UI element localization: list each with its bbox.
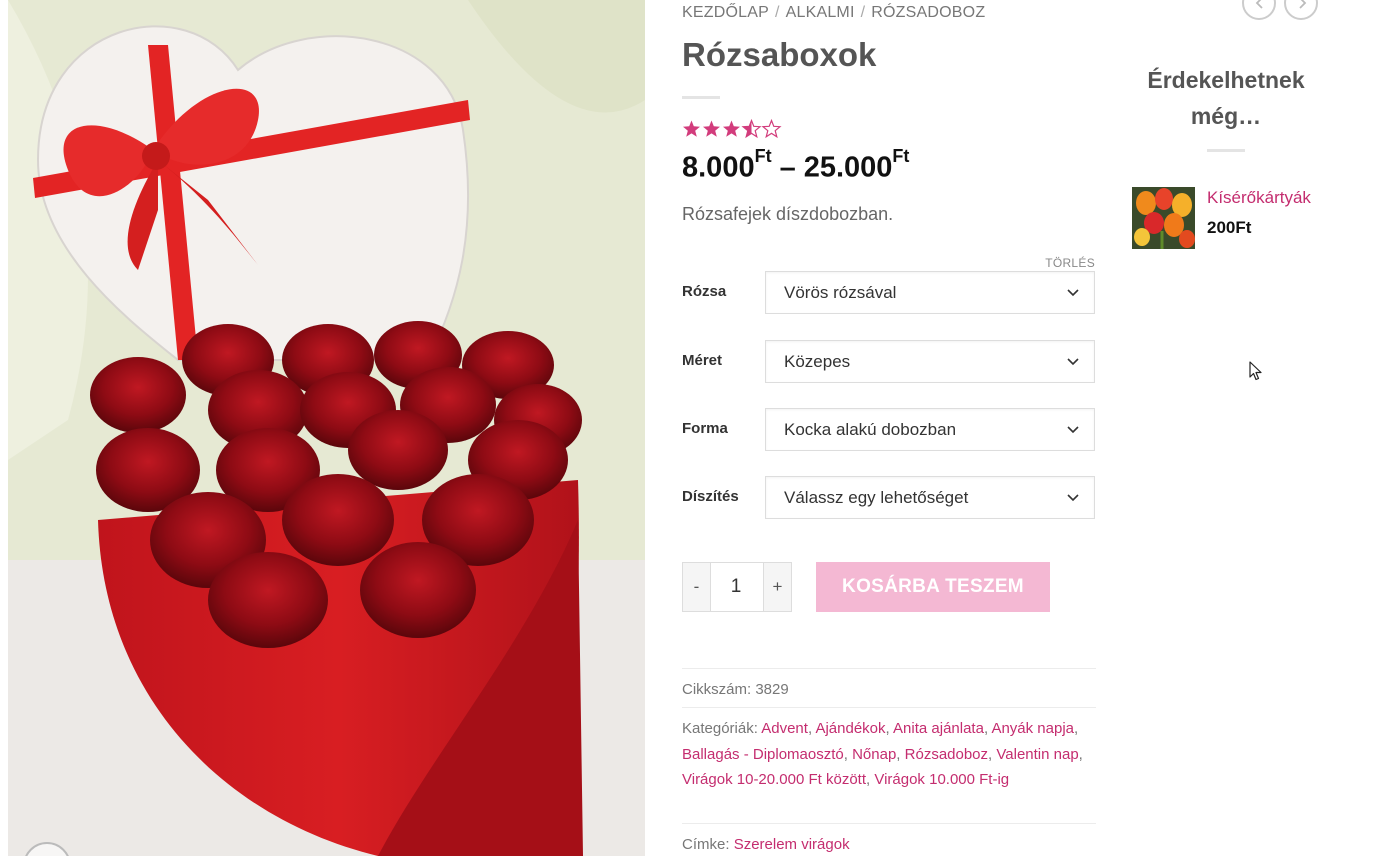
rating-stars-icon [683, 119, 781, 138]
related-product-price: 200Ft [1207, 218, 1252, 237]
sku-value: 3829 [755, 681, 789, 698]
product-image[interactable] [8, 0, 645, 856]
forma-select[interactable]: Kocka alakú dobozban [765, 408, 1095, 451]
categories-label: Kategóriák: [682, 720, 758, 737]
quantity-minus-button[interactable]: - [683, 563, 711, 611]
chevron-down-icon [1067, 358, 1079, 366]
page-title: Rózsaboxok [682, 36, 877, 73]
quantity-stepper: - 1 + [682, 562, 792, 612]
clear-variations-link[interactable]: TÖRLÉS [1045, 256, 1095, 270]
variation-label: Forma [682, 420, 728, 437]
mouse-cursor-icon [1249, 361, 1262, 381]
sidebar-divider [1207, 149, 1245, 152]
breadcrumb-home[interactable]: KEZDŐLAP [682, 4, 769, 21]
sidebar-title-line1: Érdekelhetnek [1147, 67, 1305, 93]
category-link[interactable]: Virágok 10-20.000 Ft között [682, 771, 866, 788]
category-link[interactable]: Advent [761, 720, 808, 737]
variation-row-rozsa: Rózsa Vörös rózsával [682, 271, 1096, 315]
meret-select[interactable]: Közepes [765, 340, 1095, 383]
breadcrumb: KEZDŐLAP / ALKALMI / RÓZSADOBOZ [682, 4, 985, 22]
price-max: 25.000 [803, 151, 893, 184]
related-product-name[interactable]: Kísérőkártyák [1207, 188, 1311, 208]
category-link[interactable]: Anita ajánlata [893, 720, 984, 737]
next-product-button[interactable] [1284, 0, 1318, 20]
prev-product-button[interactable] [1242, 0, 1276, 20]
breadcrumb-separator: / [860, 4, 866, 21]
chevron-right-icon [1299, 0, 1307, 9]
chevron-down-icon [1067, 289, 1079, 297]
quantity-plus-button[interactable]: + [763, 563, 791, 611]
tag-link[interactable]: Szerelem virágok [734, 836, 850, 853]
select-value: Kocka alakú dobozban [784, 420, 957, 439]
category-link[interactable]: Nőnap [852, 746, 896, 763]
sidebar-title: Érdekelhetnek még… [1130, 62, 1322, 134]
rozsa-select[interactable]: Vörös rózsával [765, 271, 1095, 314]
price-min: 8.000 [682, 151, 755, 184]
variation-label: Rózsa [682, 283, 727, 300]
star-rating[interactable] [682, 118, 782, 146]
sidebar-title-line2: még… [1190, 103, 1262, 129]
title-divider [682, 96, 720, 99]
select-value: Közepes [784, 352, 851, 371]
variation-label: Díszítés [682, 488, 739, 505]
variation-row-meret: Méret Közepes [682, 340, 1096, 384]
sku-label: Cikkszám: [682, 681, 752, 698]
breadcrumb-rozsadoboz[interactable]: RÓZSADOBOZ [871, 4, 985, 21]
category-link[interactable]: Rózsadoboz [905, 746, 988, 763]
breadcrumb-alkalmi[interactable]: ALKALMI [786, 4, 855, 21]
select-value: Válassz egy lehetőséget [784, 488, 969, 507]
price-range: 8.000Ft –25.000Ft [682, 146, 909, 185]
currency: Ft [754, 146, 772, 166]
price-dash: – [779, 151, 796, 184]
diszites-select[interactable]: Válassz egy lehetőséget [765, 476, 1095, 519]
tag-row: Címke: Szerelem virágok [682, 823, 1096, 856]
chevron-left-icon [1255, 0, 1263, 9]
category-link[interactable]: Ajándékok [815, 720, 885, 737]
sku-row: Cikkszám: 3829 [682, 668, 1096, 708]
currency: Ft [892, 146, 910, 166]
chevron-down-icon [1067, 494, 1079, 502]
select-value: Vörös rózsával [784, 283, 897, 302]
quantity-input[interactable]: 1 [711, 563, 761, 611]
add-to-cart-button[interactable]: KOSÁRBA TESZEM [816, 562, 1050, 612]
variation-row-forma: Forma Kocka alakú dobozban [682, 408, 1096, 452]
variation-row-diszites: Díszítés Válassz egy lehetőséget [682, 476, 1096, 520]
related-product-thumbnail[interactable] [1132, 187, 1195, 249]
short-description: Rózsafejek díszdobozban. [682, 204, 894, 224]
breadcrumb-separator: / [774, 4, 780, 21]
category-link[interactable]: Virágok 10.000 Ft-ig [874, 771, 1009, 788]
tag-label: Címke: [682, 836, 730, 853]
categories-row: Kategóriák: Advent, Ajándékok, Anita ajá… [682, 707, 1096, 823]
category-link[interactable]: Anyák napja [991, 720, 1074, 737]
chevron-down-icon [1067, 426, 1079, 434]
category-link[interactable]: Valentin nap [996, 746, 1078, 763]
category-link[interactable]: Ballagás - Diplomaosztó [682, 746, 844, 763]
variation-label: Méret [682, 352, 723, 369]
